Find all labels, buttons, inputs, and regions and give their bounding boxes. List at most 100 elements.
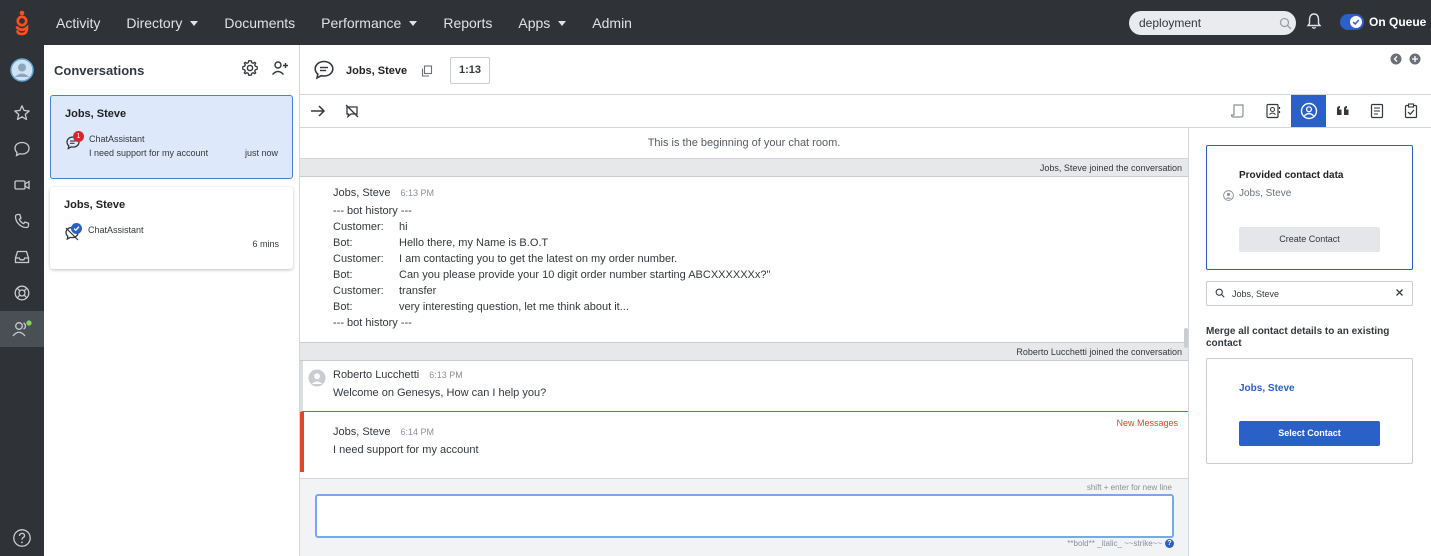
nav-label: Documents	[224, 14, 296, 31]
nav-performance[interactable]: Performance	[308, 0, 430, 45]
chat-icon[interactable]	[0, 131, 44, 167]
search-input[interactable]: deployment	[1139, 16, 1201, 30]
provided-contact-name: Jobs, Steve	[1239, 188, 1292, 199]
contact-card-icon[interactable]	[1265, 103, 1281, 124]
nav-reports[interactable]: Reports	[430, 0, 505, 45]
history-text: Can you please provide your 10 digit ord…	[399, 269, 771, 281]
merge-contact-title: Merge all contact details to an existing…	[1206, 326, 1390, 349]
transfer-arrow-icon[interactable]	[310, 104, 326, 123]
history-text: transfer	[399, 285, 437, 297]
history-text: Hello there, my Name is B.O.T	[399, 237, 549, 249]
search-box[interactable]: deployment	[1129, 11, 1296, 35]
copy-icon[interactable]	[421, 64, 433, 82]
history-speaker: Customer:	[333, 221, 384, 233]
expand-icon[interactable]	[1409, 52, 1421, 70]
history-text: hi	[399, 221, 408, 233]
history-speaker: Customer:	[333, 253, 384, 265]
chat-input-area: shift + enter for new line **bold** _ita…	[300, 478, 1189, 556]
format-help-icon[interactable]: ?	[1165, 539, 1174, 548]
history-marker: --- bot history ---	[333, 205, 412, 217]
avatar[interactable]	[0, 45, 44, 95]
nav-documents[interactable]: Documents	[211, 0, 308, 45]
contact-search-input[interactable]: Jobs, Steve	[1232, 289, 1388, 299]
participant-data-tab-icon[interactable]	[1291, 95, 1326, 127]
history-speaker: Bot:	[333, 237, 353, 249]
message-time: 6:13 PM	[400, 188, 435, 198]
end-chat-icon[interactable]	[344, 103, 360, 124]
phone-icon[interactable]	[0, 203, 44, 239]
chat-beginning-notice: This is the beginning of your chat room.	[300, 128, 1188, 159]
nav-label: Admin	[592, 14, 632, 31]
video-icon[interactable]	[0, 167, 44, 203]
agent-message: Roberto Lucchetti 6:13 PM Welcome on Gen…	[300, 361, 1188, 412]
search-icon[interactable]	[1274, 17, 1296, 30]
nav-label: Performance	[321, 14, 402, 31]
matching-contact-card[interactable]: Jobs, Steve Select Contact	[1206, 358, 1413, 464]
left-sidebar	[0, 45, 44, 556]
history-line: Customer: hi	[333, 219, 1188, 235]
message-sender: Jobs, Steve	[333, 187, 391, 199]
lifebuoy-icon[interactable]	[0, 275, 44, 311]
history-text: I am contacting you to get the latest on…	[399, 253, 678, 265]
nav-activity[interactable]: Activity	[44, 0, 113, 45]
bot-history-message: Jobs, Steve 6:13 PM --- bot history --- …	[300, 177, 1188, 343]
message-time: 6:14 PM	[400, 427, 435, 437]
joined-notice: Roberto Lucchetti joined the conversatio…	[300, 343, 1188, 361]
panel-resize-handle[interactable]	[1184, 328, 1188, 348]
inbox-icon[interactable]	[0, 239, 44, 275]
nav-label: Directory	[126, 14, 183, 31]
history-line: Bot: Can you please provide your 10 digit…	[333, 267, 1188, 283]
new-messages-label: New Messages	[1116, 418, 1178, 428]
customer-message: New Messages Jobs, Steve 6:14 PM I need …	[300, 412, 1188, 472]
nav-admin[interactable]: Admin	[579, 0, 645, 45]
message-text: I need support for my account	[333, 444, 479, 456]
chat-message-input[interactable]	[315, 494, 1174, 538]
message-sender: Jobs, Steve	[333, 426, 391, 438]
select-contact-button[interactable]: Select Contact	[1239, 421, 1380, 446]
provided-contact-title: Provided contact data	[1239, 170, 1344, 181]
history-speaker: Bot:	[333, 301, 353, 313]
chat-transcript[interactable]: This is the beginning of your chat room.…	[300, 128, 1189, 478]
contact-search-field[interactable]: Jobs, Steve	[1206, 281, 1413, 306]
history-text: very interesting question, let me think …	[399, 301, 629, 313]
create-contact-button[interactable]: Create Contact	[1239, 227, 1380, 252]
history-speaker: Bot:	[333, 269, 353, 281]
on-queue-toggle[interactable]	[1340, 14, 1364, 30]
wrapup-clipboard-icon[interactable]	[1403, 103, 1419, 124]
main-nav: Activity Directory Documents Performance Rep…	[44, 0, 645, 45]
history-line: Customer: I am contacting you to get the …	[333, 251, 1188, 267]
matching-contact-name[interactable]: Jobs, Steve	[1239, 383, 1295, 394]
nav-directory[interactable]: Directory	[113, 0, 211, 45]
history-line: Bot: Hello there, my Name is B.O.T	[333, 235, 1188, 251]
conversation-channel: ChatAssistant	[89, 134, 145, 144]
search-icon	[1215, 288, 1225, 300]
notes-icon[interactable]	[1369, 103, 1385, 124]
chevron-down-icon	[190, 21, 199, 26]
interaction-contact-name: Jobs, Steve	[346, 65, 408, 77]
settings-gear-icon[interactable]	[241, 59, 259, 82]
star-icon[interactable]	[0, 95, 44, 131]
add-participant-icon[interactable]	[271, 59, 289, 82]
collapse-left-icon[interactable]	[1390, 52, 1402, 70]
notifications-bell-icon[interactable]	[1306, 12, 1322, 35]
interaction-header: Jobs, Steve 1:13	[300, 45, 1431, 95]
on-queue-label: On Queue	[1369, 15, 1427, 29]
message-sender: Roberto Lucchetti	[333, 369, 420, 381]
chat-bubble-icon: 1	[65, 131, 84, 153]
genesys-logo-icon[interactable]	[0, 0, 44, 45]
history-line: Customer: transfer	[333, 283, 1188, 299]
agent-status-icon[interactable]	[0, 311, 44, 347]
chevron-down-icon	[558, 21, 567, 26]
quote-icon[interactable]	[1335, 104, 1351, 123]
help-icon[interactable]	[0, 520, 44, 556]
conversation-card-2[interactable]: Jobs, Steve ChatAssistant 6 mins	[50, 187, 293, 269]
clear-icon[interactable]	[1395, 288, 1404, 299]
format-hint: **bold** _italic_ ~~strike~~	[1067, 539, 1162, 548]
conversations-title: Conversations	[54, 62, 145, 78]
script-icon[interactable]	[1230, 103, 1246, 124]
nav-apps[interactable]: Apps	[505, 0, 579, 45]
conversation-time: just now	[244, 148, 278, 158]
conversation-card-1[interactable]: Jobs, Steve 1 ChatAssistant I need suppo…	[50, 95, 293, 179]
interaction-timer: 1:13	[450, 57, 490, 84]
conversation-name: Jobs, Steve	[65, 108, 127, 120]
